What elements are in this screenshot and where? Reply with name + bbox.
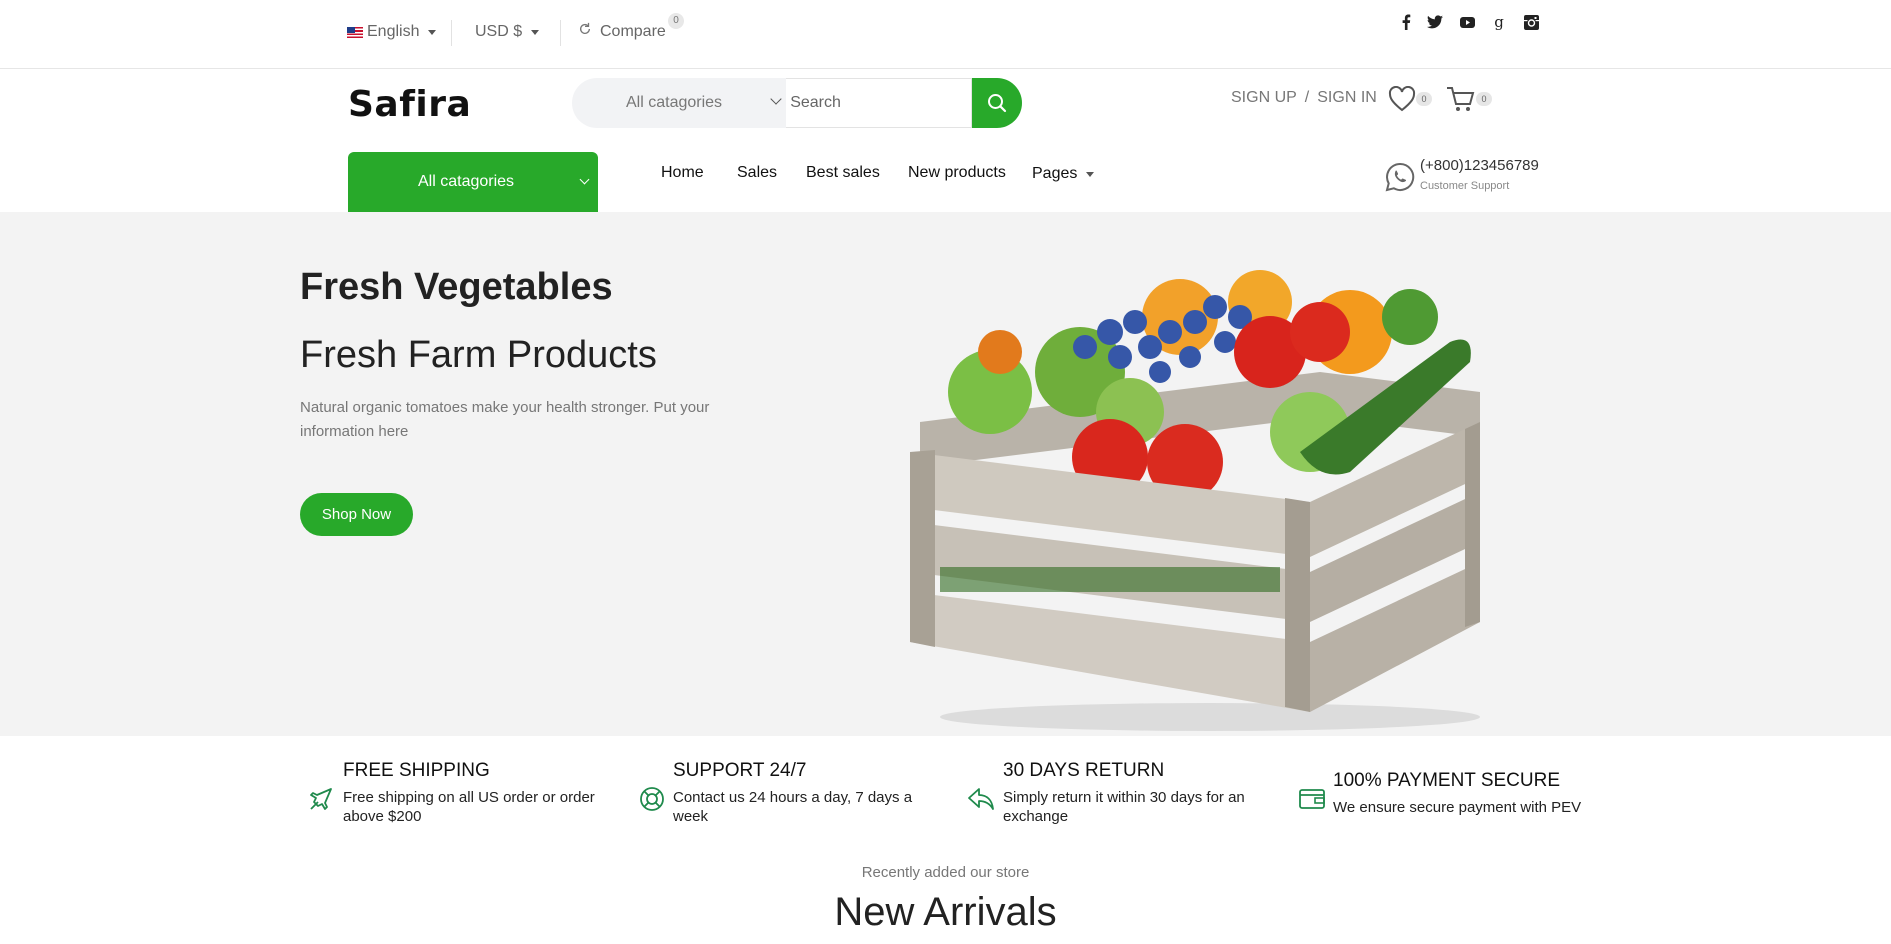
support-phone[interactable]: (+800)123456789	[1420, 157, 1539, 174]
nav-home[interactable]: Home	[661, 164, 704, 182]
all-categories-label: All catagories	[418, 173, 515, 190]
feature-description: Contact us 24 hours a day, 7 days a week	[673, 789, 913, 825]
youtube-icon[interactable]	[1458, 13, 1476, 31]
currency-label: USD $	[475, 23, 523, 40]
cart-icon[interactable]	[1446, 86, 1476, 114]
language-label: English	[367, 23, 420, 40]
whatsapp-icon	[1385, 162, 1415, 192]
hero-description: Natural organic tomatoes make your healt…	[300, 399, 710, 440]
site-logo[interactable]: Safira	[348, 84, 471, 125]
shop-now-button[interactable]: Shop Now	[300, 493, 413, 536]
chevron-down-icon	[770, 93, 782, 105]
all-categories-button[interactable]: All catagories	[348, 152, 598, 212]
search-category-select[interactable]: All catagories	[572, 78, 787, 128]
top-bar: English USD $ Compare 0 g	[0, 0, 1891, 69]
language-selector[interactable]: English	[347, 23, 437, 41]
caret-down-icon	[531, 29, 540, 35]
us-flag-icon	[347, 26, 363, 38]
feature-title: SUPPORT 24/7	[673, 760, 807, 781]
wishlist-heart-icon[interactable]	[1388, 86, 1416, 112]
refresh-icon	[579, 22, 591, 34]
caret-down-icon	[428, 29, 437, 35]
section-title: New Arrivals	[834, 890, 1057, 934]
facebook-icon[interactable]	[1397, 13, 1415, 31]
feature-title: 100% PAYMENT SECURE	[1333, 770, 1561, 791]
google-icon[interactable]: g	[1490, 13, 1508, 31]
feature-support: SUPPORT 24/7 Contact us 24 hours a day, …	[673, 760, 943, 826]
feature-description: We ensure secure payment with PEV	[1333, 799, 1582, 816]
nav-sales[interactable]: Sales	[737, 164, 777, 182]
search-icon	[988, 94, 1007, 113]
instagram-icon[interactable]	[1522, 13, 1540, 31]
caret-down-icon	[1086, 171, 1095, 177]
divider	[560, 20, 561, 46]
sign-in-link[interactable]: SIGN IN	[1317, 89, 1377, 107]
wishlist-count-badge: 0	[1416, 92, 1432, 106]
search-button[interactable]	[972, 78, 1023, 128]
auth-links: SIGN UP / SIGN IN	[1231, 89, 1377, 107]
compare-label: Compare	[600, 23, 666, 40]
feature-free-shipping: FREE SHIPPING Free shipping on all US or…	[343, 760, 613, 826]
feature-secure-payment: 100% PAYMENT SECURE We ensure secure pay…	[1333, 770, 1623, 817]
nav-pages[interactable]: Pages	[1032, 165, 1095, 183]
feature-returns: 30 DAYS RETURN Simply return it within 3…	[1003, 760, 1283, 826]
sign-up-link[interactable]: SIGN UP	[1231, 89, 1297, 107]
search-input[interactable]: Search	[786, 78, 973, 128]
plane-icon	[310, 788, 332, 810]
wallet-icon	[1299, 789, 1325, 809]
compare-count-badge: 0	[668, 13, 684, 29]
support-label: Customer Support	[1420, 180, 1510, 192]
twitter-icon[interactable]	[1426, 13, 1444, 31]
hero-subtitle: Fresh Farm Products	[300, 334, 657, 376]
chevron-down-icon	[579, 174, 590, 185]
hero-title: Fresh Vegetables	[300, 266, 613, 308]
return-icon	[968, 788, 994, 810]
feature-description: Simply return it within 30 days for an e…	[1003, 789, 1245, 825]
currency-selector[interactable]: USD $	[475, 23, 540, 41]
cart-count-badge: 0	[1476, 92, 1492, 106]
search-bar: All catagories Search	[572, 78, 1023, 128]
lifebuoy-icon	[640, 787, 664, 811]
nav-pages-label: Pages	[1032, 165, 1078, 182]
feature-description: Free shipping on all US order or order a…	[343, 789, 595, 825]
nav-new-products[interactable]: New products	[908, 164, 1006, 182]
hero-banner: Fresh Vegetables Fresh Farm Products Nat…	[0, 212, 1891, 736]
compare-link[interactable]: Compare	[578, 22, 666, 41]
search-category-label: All catagories	[626, 94, 723, 111]
section-eyebrow: Recently added our store	[861, 864, 1030, 881]
vegetable-crate-image	[910, 270, 1480, 731]
feature-title: FREE SHIPPING	[343, 760, 490, 781]
nav-best-sales[interactable]: Best sales	[806, 164, 880, 182]
feature-title: 30 DAYS RETURN	[1003, 760, 1165, 781]
divider	[451, 20, 452, 46]
auth-separator: /	[1304, 89, 1310, 106]
